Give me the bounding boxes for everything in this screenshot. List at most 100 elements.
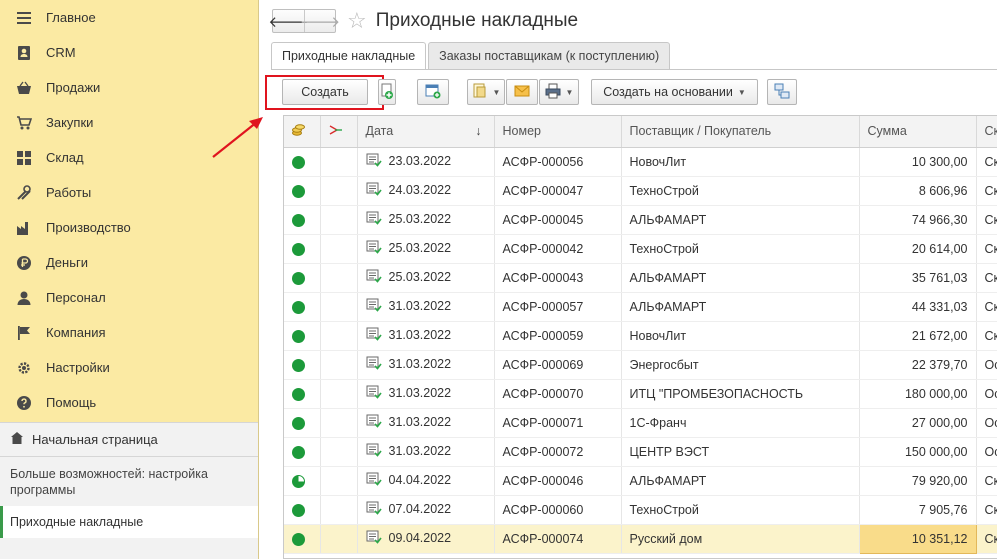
sidebar-item-5[interactable]: Работы: [0, 175, 258, 210]
sort-descending-icon[interactable]: ↓: [475, 124, 481, 138]
nav-current-document[interactable]: Приходные накладные: [0, 506, 258, 538]
row-partner: НовочЛит: [621, 147, 860, 177]
col-header-date[interactable]: Дата ↓: [357, 116, 495, 148]
row-warehouse: Ск: [976, 234, 997, 264]
status-dot-icon: [292, 416, 305, 430]
sidebar-item-8[interactable]: Персонал: [0, 280, 258, 315]
row-partner: АЛЬФАМАРТ: [621, 466, 860, 496]
sidebar-item-7[interactable]: Деньги: [0, 245, 258, 280]
sidebar-item-label: Помощь: [46, 395, 97, 410]
row-warehouse: Ск: [976, 263, 997, 293]
tab-supplier-orders[interactable]: Заказы поставщикам (к поступлению): [428, 42, 671, 70]
table-row[interactable]: 31.03.2022 АСФР-000059НовочЛит21 672,00Ск: [284, 321, 997, 351]
sidebar-item-9[interactable]: Компания: [0, 315, 258, 350]
posted-document-icon: [366, 414, 382, 431]
table-header-row: Дата ↓ Номер Поставщик / Покупатель Сумма…: [284, 116, 997, 148]
table-row[interactable]: 09.04.2022 АСФР-000074 Русский дом 10 351,1…: [284, 523, 997, 554]
print-caret: ▼: [565, 87, 574, 97]
row-partner: ТехноСтрой: [621, 234, 860, 264]
row-date: 31.03.2022: [388, 385, 452, 400]
col-header-partner[interactable]: Поставщик / Покупатель: [621, 116, 860, 148]
status-dot-icon: [292, 184, 305, 198]
create-based-on-caret: ▼: [737, 87, 746, 97]
create-based-on-label: Создать на основании: [603, 85, 733, 99]
row-status-cell: [284, 408, 321, 438]
sidebar-item-2[interactable]: Продажи: [0, 70, 258, 105]
row-date-cell: 31.03.2022: [357, 437, 495, 467]
row-partner: Русский дом: [621, 524, 860, 554]
row-flow-cell: [320, 147, 358, 177]
row-date-cell: 23.03.2022: [357, 147, 495, 177]
table-body: 23.03.2022АСФР-000056НовочЛит10 300,00Ск…: [284, 147, 997, 554]
sidebar-lower: Начальная страница Больше возможностей: …: [0, 422, 258, 559]
table-row[interactable]: 31.03.2022 АСФР-0000711С-Франч27 000,00Ос: [284, 408, 997, 438]
row-flow-cell: [320, 205, 358, 235]
add-document-button[interactable]: [417, 79, 449, 105]
create-button[interactable]: Создать: [282, 79, 368, 105]
row-partner: 1С-Франч: [621, 408, 860, 438]
tab-divider: [271, 69, 997, 70]
table-row[interactable]: 31.03.2022 АСФР-000069 Энергосбыт 22 379,70…: [284, 350, 997, 380]
home-page-link[interactable]: Начальная страница: [0, 423, 258, 457]
table-row[interactable]: 25.03.2022 АСФР-000045 АЛЬФАМАРТ 74 966,30 С…: [284, 205, 997, 235]
sidebar-item-label: Компания: [46, 325, 106, 340]
tools-icon: [16, 184, 32, 201]
row-flow-cell: [320, 350, 358, 380]
row-warehouse: Ск: [976, 466, 997, 496]
row-flow-cell: [320, 437, 358, 467]
table-row[interactable]: 04.04.2022 АСФР-000046 АЛЬФАМАРТ 79 920,00 С…: [284, 466, 997, 496]
table-row[interactable]: 25.03.2022 АСФР-000043 АЛЬФАМАРТ 35 761,03 С…: [284, 263, 997, 293]
print-forms-button[interactable]: ▼: [467, 79, 505, 105]
copy-button[interactable]: [378, 79, 396, 105]
table-row[interactable]: 23.03.2022 АСФР-000056НовочЛит10 300,00Ск: [284, 147, 997, 177]
col-header-sum[interactable]: Сумма: [859, 116, 977, 148]
forward-button[interactable]: 🡒: [300, 10, 340, 32]
structure-button[interactable]: [767, 79, 797, 105]
row-status-cell: [284, 524, 321, 554]
sidebar-item-11[interactable]: Помощь: [0, 385, 258, 420]
row-status-cell: [284, 205, 321, 235]
row-sum: 27 000,00: [859, 408, 977, 438]
home-page-label: Начальная страница: [32, 432, 158, 447]
email-button[interactable]: [506, 79, 538, 105]
create-based-on-button[interactable]: Создать на основании ▼: [591, 79, 758, 105]
table-row[interactable]: 25.03.2022 АСФР-000042 ТехноСтрой 20 614,00…: [284, 234, 997, 264]
col-header-warehouse[interactable]: Ск: [976, 116, 997, 148]
table-row[interactable]: 31.03.2022 АСФР-000057 АЛЬФАМАРТ 44 331,03 С…: [284, 292, 997, 322]
sidebar-item-6[interactable]: Производство: [0, 210, 258, 245]
ruble-icon: [16, 255, 32, 271]
sidebar-menu: Главное CRM Продажи Закупки Склад Работы Произ…: [0, 0, 258, 422]
table-row[interactable]: 31.03.2022 АСФР-000072 ЦЕНТР ВЭСТ 150 000,0…: [284, 437, 997, 467]
documents-table: Дата ↓ Номер Поставщик / Покупатель Сумма…: [283, 115, 997, 559]
sidebar-item-label: CRM: [46, 45, 76, 60]
sidebar: Главное CRM Продажи Закупки Склад Работы Произ…: [0, 0, 259, 559]
posted-document-icon: [366, 327, 382, 344]
toolbar: Создать ▼ ▼ Создать на основании ▼: [265, 75, 997, 110]
col-header-number[interactable]: Номер: [494, 116, 622, 148]
sidebar-item-10[interactable]: Настройки: [0, 350, 258, 385]
row-status-cell: [284, 234, 321, 264]
col-header-flow[interactable]: [320, 116, 358, 148]
row-sum: 7 905,76: [859, 495, 977, 525]
row-sum: 21 672,00: [859, 321, 977, 351]
table-row[interactable]: 31.03.2022 АСФР-000070 ИТЦ "ПРОМБЕЗОПАСНОС…: [284, 379, 997, 409]
tab-receipts[interactable]: Приходные накладные: [271, 42, 427, 70]
posted-document-icon: [366, 530, 382, 547]
row-sum: 44 331,03: [859, 292, 977, 322]
col-header-posted[interactable]: [284, 116, 321, 148]
posted-document-icon: [366, 240, 382, 257]
table-row[interactable]: 24.03.2022 АСФР-000047 ТехноСтрой 8 606,96 С…: [284, 176, 997, 206]
sidebar-item-label: Деньги: [46, 255, 88, 270]
sidebar-item-1[interactable]: CRM: [0, 35, 258, 70]
home-icon: [10, 431, 24, 448]
posted-document-icon: [366, 298, 382, 315]
more-options-link[interactable]: Больше возможностей: настройка программы: [0, 457, 258, 504]
hierarchy-icon: [774, 83, 790, 102]
row-date-cell: 07.04.2022: [357, 495, 495, 525]
favorite-star-icon[interactable]: ☆: [347, 10, 367, 32]
print-forms-caret: ▼: [492, 87, 501, 97]
table-row[interactable]: 07.04.2022 АСФР-000060 ТехноСтрой 7 905,76 С…: [284, 495, 997, 525]
sidebar-item-0[interactable]: Главное: [0, 0, 258, 35]
row-partner: Энергосбыт: [621, 350, 860, 380]
print-button[interactable]: ▼: [539, 79, 579, 105]
